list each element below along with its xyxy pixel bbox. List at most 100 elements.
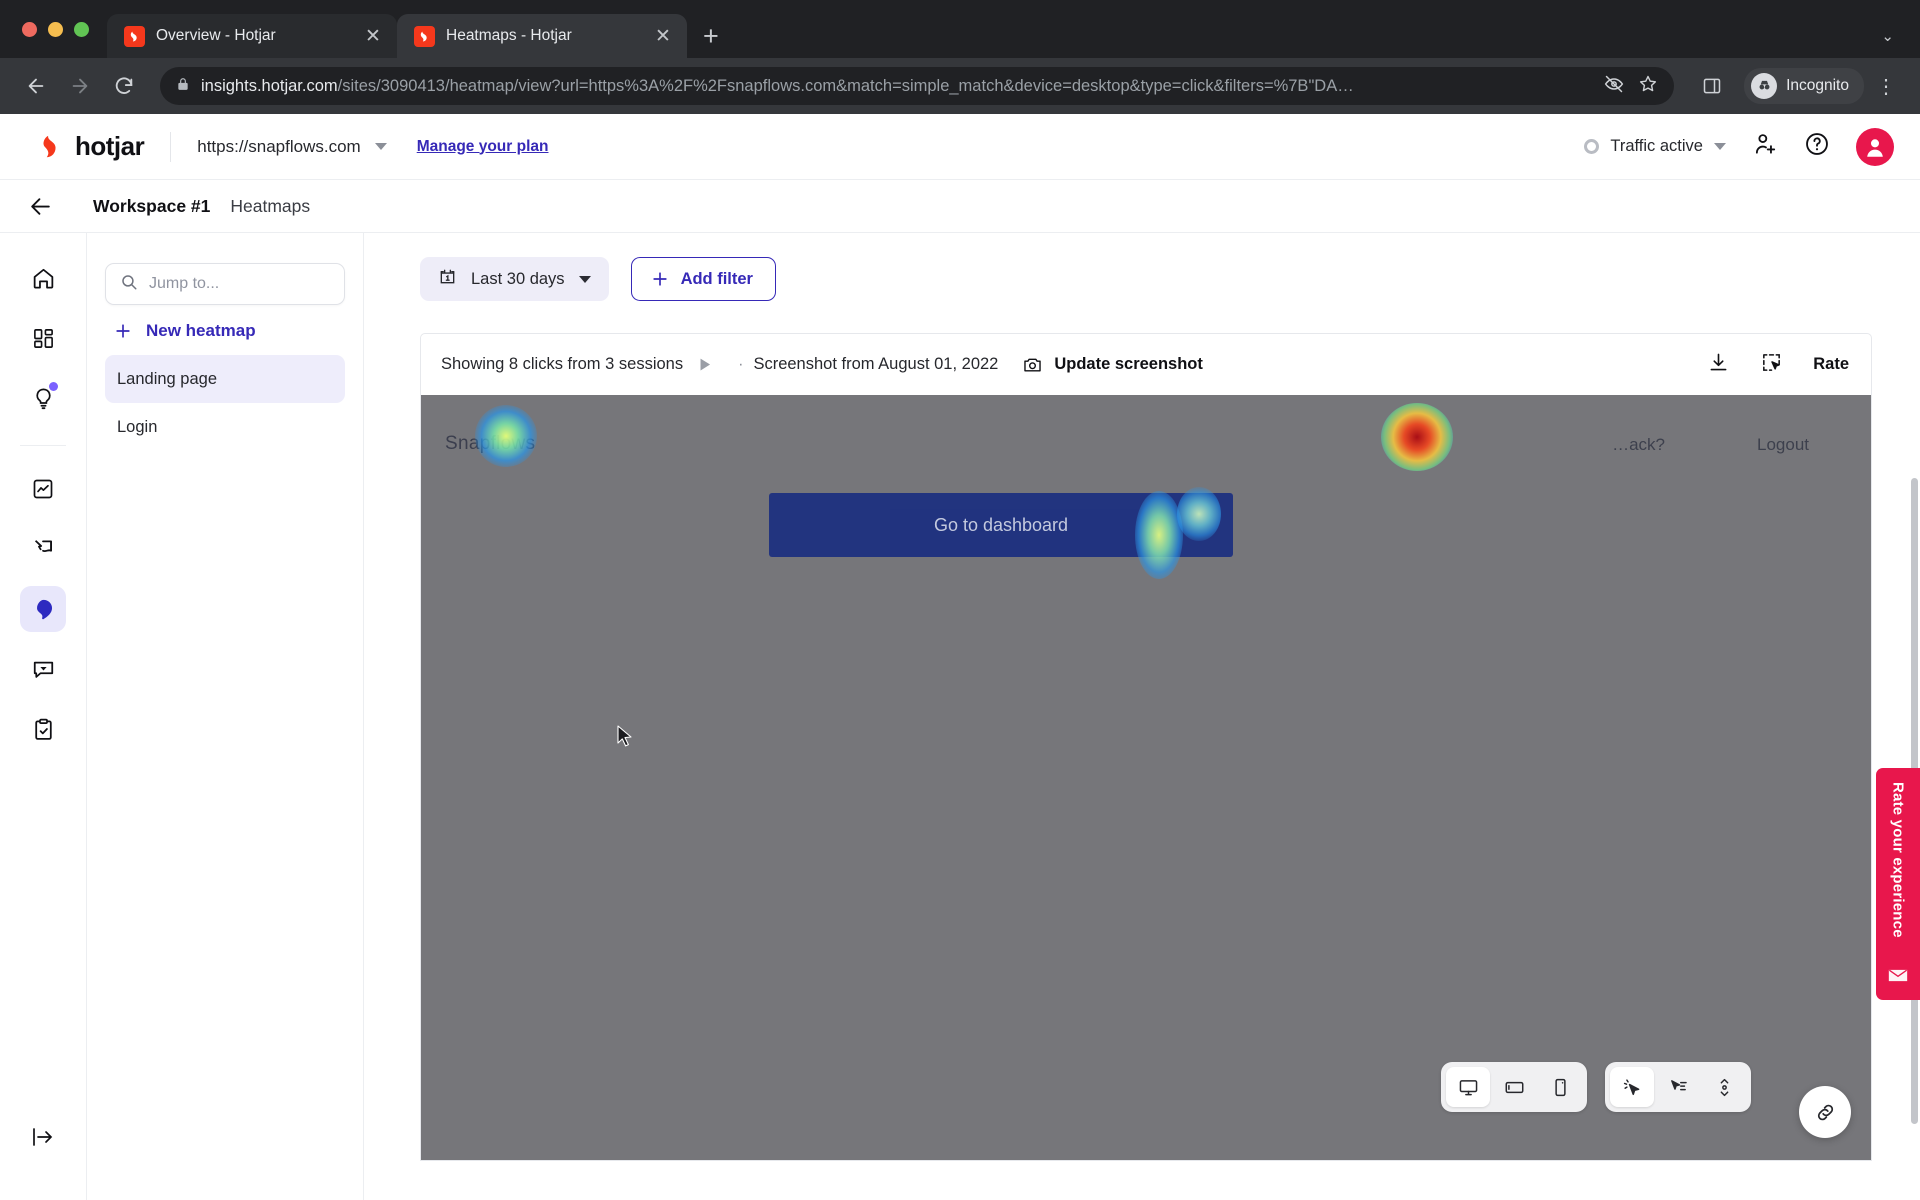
back-button[interactable] [16,66,56,106]
heatmap-mode-group [1605,1062,1751,1112]
chevron-down-icon[interactable]: ⌄ [1881,27,1894,45]
home-icon [33,268,53,289]
speech-bubble-icon [33,661,53,678]
collapse-panel-button[interactable] [20,1114,66,1160]
filter-toolbar: Last 30 days Add filter [420,257,1872,301]
forward-button[interactable] [60,66,100,106]
download-icon[interactable] [1707,351,1730,379]
device-toggle-group [1441,1062,1587,1112]
sidebar-item-home[interactable] [20,255,66,301]
maximize-window-button[interactable] [74,21,89,37]
info-separator: · [738,355,744,373]
list-item-label: Landing page [117,369,218,388]
date-range-dropdown[interactable]: Last 30 days [420,257,609,301]
traffic-status-dropdown[interactable]: Traffic active [1584,137,1726,156]
hotjar-app: hotjar https://snapflows.com Manage your… [0,114,1920,1200]
search-input[interactable]: Jump to... [105,263,345,305]
clicks-summary: Showing 8 clicks from 3 sessions [441,355,684,373]
sidebar-item-surveys[interactable] [20,706,66,752]
hotjar-favicon-icon [414,25,435,47]
search-icon [120,273,138,296]
date-range-label: Last 30 days [471,269,565,288]
reload-button[interactable] [104,66,144,106]
back-arrow-icon[interactable] [28,194,53,219]
heatmap-drop-icon [36,599,52,619]
mail-icon [1888,968,1908,988]
heatmap-info-bar: Showing 8 clicks from 3 sessions · Scree… [420,333,1872,395]
rate-button[interactable]: Rate [1813,355,1849,374]
canvas-toolbar [1441,1062,1751,1112]
browser-toolbar: insights.hotjar.com/sites/3090413/heatma… [0,58,1920,114]
new-heatmap-label: New heatmap [146,321,256,340]
sidebar-item-trends[interactable] [20,466,66,512]
chevron-down-icon [1714,143,1726,150]
manage-plan-link[interactable]: Manage your plan [417,138,549,156]
breadcrumb-section[interactable]: Heatmaps [230,196,310,217]
cta-label: Go to dashboard [933,514,1069,535]
traffic-ring-icon [1584,139,1600,154]
logo-text: hotjar [75,131,145,161]
list-item-landing-page[interactable]: Landing page [105,355,345,403]
device-mobile-button[interactable] [1538,1067,1582,1107]
device-desktop-button[interactable] [1446,1067,1490,1107]
site-selector[interactable]: https://snapflows.com [197,137,387,157]
heatmap-canvas[interactable]: Snapflows …ack? Logout Go to dashboard [420,395,1872,1161]
tab-strip: Overview - Hotjar ✕ Heatmaps - Hotjar ✕ … [0,0,1920,58]
new-heatmap-button[interactable]: New heatmap [105,305,345,355]
breadcrumb: Workspace #1 Heatmaps [0,180,1920,232]
add-user-icon[interactable] [1752,131,1778,162]
rate-experience-tab[interactable]: Rate your experience [1876,768,1920,1000]
tab-title: Overview - Hotjar [156,27,276,44]
select-area-icon[interactable] [1760,351,1783,379]
browser-tab-heatmaps[interactable]: Heatmaps - Hotjar ✕ [397,14,687,58]
chevron-down-icon [578,275,591,283]
rate-experience-label: Rate your experience [1889,782,1907,938]
mode-click-button[interactable] [1610,1067,1654,1107]
kebab-menu-icon[interactable]: ⋮ [1868,74,1904,99]
update-screenshot-button[interactable]: Update screenshot [1022,354,1203,375]
side-panel-icon[interactable] [1692,66,1732,106]
play-icon[interactable] [695,355,714,374]
address-bar[interactable]: insights.hotjar.com/sites/3090413/heatma… [160,67,1675,105]
traffic-status-label: Traffic active [1610,137,1703,155]
mode-scroll-button[interactable] [1702,1067,1746,1107]
avatar[interactable] [1856,127,1894,166]
grid-icon [33,328,53,348]
sidebar-item-feedback[interactable] [20,646,66,692]
collapse-panel-icon [33,1128,53,1146]
notification-dot [49,382,58,391]
sidebar-item-heatmaps[interactable] [20,586,66,632]
sidebar-item-insights[interactable] [20,375,66,421]
help-circle-icon[interactable] [1804,131,1830,162]
trends-chart-icon [33,479,53,499]
share-link-button[interactable] [1799,1086,1851,1138]
update-screenshot-label: Update screenshot [1054,355,1203,373]
device-tablet-button[interactable] [1492,1067,1536,1107]
plus-icon [652,272,667,286]
plus-icon [116,324,130,338]
sidebar-item-dashboards[interactable] [20,315,66,361]
mouse-pointer-icon [617,725,635,754]
hotjar-logo[interactable]: hotjar [38,131,145,162]
bookmark-star-icon[interactable] [1638,74,1658,99]
list-item-login[interactable]: Login [105,403,345,451]
rail-navigation [0,232,86,1200]
window-traffic-lights[interactable] [14,0,107,58]
incognito-profile-button[interactable]: Incognito [1744,68,1864,104]
close-icon[interactable]: ✕ [362,27,384,46]
new-tab-button[interactable]: + [703,23,719,50]
incognito-icon [1751,73,1778,99]
sidebar-item-recordings[interactable] [20,526,66,572]
heatmap-content: Last 30 days Add filter Showing 8 clicks… [364,232,1920,1200]
mode-move-button[interactable] [1656,1067,1700,1107]
close-window-button[interactable] [22,21,37,37]
minimize-window-button[interactable] [48,21,63,37]
add-filter-button[interactable]: Add filter [630,257,776,301]
close-icon[interactable]: ✕ [652,27,674,46]
lock-icon [176,77,190,96]
browser-tab-overview[interactable]: Overview - Hotjar ✕ [107,14,397,58]
url-domain: insights.hotjar.com [201,76,338,95]
search-placeholder: Jump to... [149,275,220,292]
breadcrumb-workspace[interactable]: Workspace #1 [93,196,210,217]
eye-crossed-icon[interactable] [1604,74,1624,99]
